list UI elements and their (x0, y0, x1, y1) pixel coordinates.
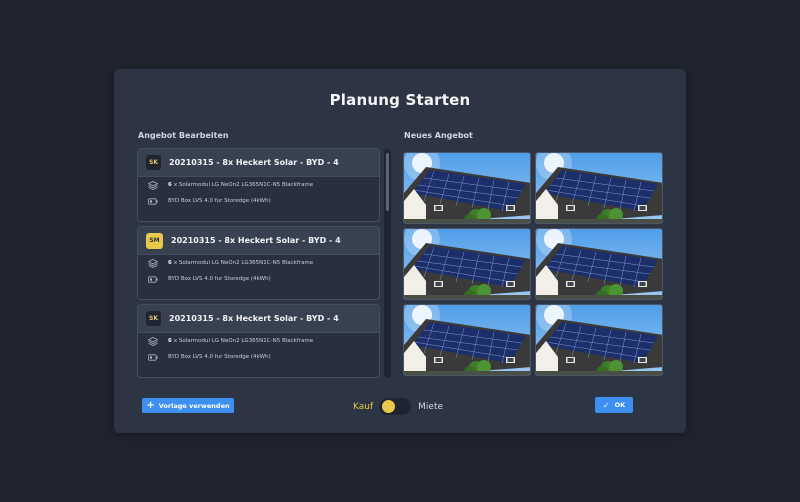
toggle-knob (382, 400, 396, 413)
rent-label: Miete (418, 401, 444, 412)
ok-label: OK (614, 401, 626, 409)
plus-icon: + (146, 399, 155, 411)
new-offer-image-grid (403, 152, 663, 377)
module-text: x Solarmodul LG NeOn2 LG365N1C-N5 Blackf… (173, 260, 314, 266)
module-text: x Solarmodul LG NeOn2 LG365N1C-N5 Blackf… (173, 182, 314, 188)
battery-icon (148, 275, 158, 284)
layers-icon (148, 336, 158, 346)
purchase-label: Kauf (353, 401, 374, 412)
offer-card[interactable]: SK 20210315 - 8x Heckert Solar - BYD - 4… (137, 148, 380, 222)
solar-roof-image[interactable] (535, 304, 663, 376)
edit-offer-label: Angebot Bearbeiten (138, 131, 229, 140)
offer-list-scrollbar[interactable] (384, 149, 391, 378)
offer-title: 20210315 - 8x Heckert Solar - BYD - 4 (171, 236, 341, 245)
battery-icon (148, 353, 158, 362)
avatar: SK (146, 311, 161, 326)
module-quantity: 6 (168, 338, 172, 344)
planning-dialog: Planung Starten Angebot Bearbeiten Neues… (114, 69, 686, 433)
ok-button[interactable]: ✓ OK (595, 397, 633, 413)
purchase-rent-toggle[interactable] (379, 398, 412, 415)
offer-module-line: 6 x Solarmodul LG NeOn2 LG365N1C-N5 Blac… (138, 177, 379, 193)
offer-card-header: SK 20210315 - 8x Heckert Solar - BYD - 4 (138, 305, 379, 333)
offer-card[interactable]: SM 20210315 - 8x Heckert Solar - BYD - 4… (137, 226, 380, 300)
battery-text: BYD Box LVS 4.0 fur Storedge (4kWh) (168, 198, 271, 204)
battery-text: BYD Box LVS 4.0 fur Storedge (4kWh) (168, 276, 271, 282)
module-text: x Solarmodul LG NeOn2 LG365N1C-N5 Blackf… (173, 338, 314, 344)
module-quantity: 6 (168, 260, 172, 266)
solar-roof-image[interactable] (535, 152, 663, 224)
offer-module-line: 6 x Solarmodul LG NeOn2 LG365N1C-N5 Blac… (138, 255, 379, 271)
check-icon: ✓ (602, 400, 610, 410)
battery-icon (148, 197, 158, 206)
offer-list: SK 20210315 - 8x Heckert Solar - BYD - 4… (137, 148, 380, 380)
offer-battery-line: BYD Box LVS 4.0 fur Storedge (4kWh) (138, 271, 379, 287)
dialog-title: Planung Starten (329, 91, 471, 109)
offer-title: 20210315 - 8x Heckert Solar - BYD - 4 (169, 158, 339, 167)
battery-text: BYD Box LVS 4.0 fur Storedge (4kWh) (168, 354, 271, 360)
new-offer-label: Neues Angebot (404, 131, 473, 140)
avatar: SK (146, 155, 161, 170)
solar-roof-image[interactable] (403, 152, 531, 224)
offer-battery-line: BYD Box LVS 4.0 fur Storedge (4kWh) (138, 193, 379, 209)
layers-icon (148, 180, 158, 190)
avatar: SM (146, 232, 163, 249)
offer-module-line: 6 x Solarmodul LG NeOn2 LG365N1C-N5 Blac… (138, 333, 379, 349)
use-template-button[interactable]: + Vorlage verwenden (142, 398, 234, 413)
module-quantity: 6 (168, 182, 172, 188)
offer-title: 20210315 - 8x Heckert Solar - BYD - 4 (169, 314, 339, 323)
scrollbar-thumb[interactable] (386, 153, 389, 211)
offer-card-header: SK 20210315 - 8x Heckert Solar - BYD - 4 (138, 149, 379, 177)
solar-roof-image[interactable] (403, 228, 531, 300)
solar-roof-image[interactable] (403, 304, 531, 376)
layers-icon (148, 258, 158, 268)
purchase-rent-toggle-group: Kauf Miete (353, 398, 443, 415)
solar-roof-image[interactable] (535, 228, 663, 300)
offer-card[interactable]: SK 20210315 - 8x Heckert Solar - BYD - 4… (137, 304, 380, 378)
offer-battery-line: BYD Box LVS 4.0 fur Storedge (4kWh) (138, 349, 379, 365)
use-template-label: Vorlage verwenden (158, 401, 230, 410)
offer-card-header: SM 20210315 - 8x Heckert Solar - BYD - 4 (138, 227, 379, 255)
